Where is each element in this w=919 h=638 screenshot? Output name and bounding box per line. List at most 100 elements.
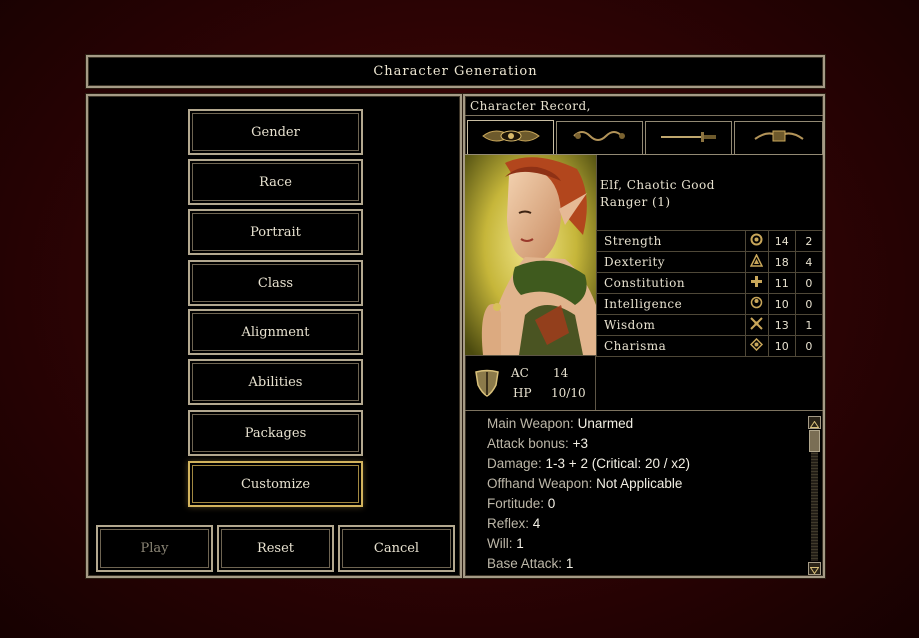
tab-sword[interactable] <box>645 121 732 154</box>
abilities-button[interactable]: Abilities <box>188 359 363 405</box>
combat-stats-list: Main Weapon: Unarmed Attack bonus: +3 Da… <box>487 414 690 574</box>
stat-line: Will: 1 <box>487 534 690 554</box>
ability-name: Wisdom <box>596 314 746 336</box>
ability-name: Intelligence <box>596 293 746 315</box>
stats-divider <box>465 410 823 411</box>
dexterity-icon <box>749 253 764 270</box>
ability-name: Strength <box>596 230 746 252</box>
ac-hp-box: AC 14 HP 10/10 <box>465 355 596 410</box>
customize-label: Customize <box>240 476 311 492</box>
stat-value: 1-3 + 2 (Critical: 20 / x2) <box>545 456 690 471</box>
ability-modifier: 0 <box>794 335 824 357</box>
constitution-icon <box>750 276 763 291</box>
stat-value: 4 <box>532 516 541 531</box>
portrait-label: Portrait <box>250 224 301 240</box>
customize-button[interactable]: Customize <box>188 461 363 507</box>
ac-label: AC <box>511 366 529 380</box>
scroll-thumb[interactable] <box>809 430 820 452</box>
character-record-panel: Character Record, Elf, Chaotic Good Rang… <box>463 94 825 578</box>
ability-row: Strength 14 2 <box>596 230 824 252</box>
packages-button[interactable]: Packages <box>188 410 363 456</box>
cancel-button[interactable]: Cancel <box>338 525 455 572</box>
ability-modifier: 0 <box>794 293 824 315</box>
play-button[interactable]: Play <box>96 525 213 572</box>
stat-line: Attack bonus: +3 <box>487 434 690 454</box>
race-class-info: Elf, Chaotic Good Ranger (1) <box>600 177 715 211</box>
stat-label: Base Attack: <box>487 556 563 571</box>
ability-score: 18 <box>767 251 796 273</box>
alignment-button[interactable]: Alignment <box>188 309 363 355</box>
reset-label: Reset <box>256 541 295 556</box>
record-header: Character Record, <box>465 96 823 116</box>
ability-modifier: 0 <box>794 272 824 294</box>
ability-name: Charisma <box>596 335 746 357</box>
gender-label: Gender <box>251 124 300 140</box>
wisdom-icon <box>750 317 763 333</box>
class-button[interactable]: Class <box>188 260 363 306</box>
portrait-button[interactable]: Portrait <box>188 209 363 255</box>
eye-emblem-icon <box>481 127 541 149</box>
stat-line: Offhand Weapon: Not Applicable <box>487 474 690 494</box>
scroll-down-button[interactable] <box>808 562 821 575</box>
stat-label: Reflex: <box>487 516 530 531</box>
stat-value: 0 <box>547 496 556 511</box>
character-portrait <box>465 155 597 355</box>
stat-label: Offhand Weapon: <box>487 476 593 491</box>
ability-score: 10 <box>767 335 796 357</box>
intelligence-icon <box>750 296 763 312</box>
abilities-label: Abilities <box>248 374 303 390</box>
ability-row: Wisdom 13 1 <box>596 314 824 336</box>
tab-book[interactable] <box>734 121 823 154</box>
stat-value: Unarmed <box>577 416 634 431</box>
scroll-up-button[interactable] <box>808 416 821 429</box>
ability-score: 10 <box>767 293 796 315</box>
window-title: Character Generation <box>373 64 538 79</box>
class-label: Class <box>257 275 294 291</box>
reset-button[interactable]: Reset <box>217 525 334 572</box>
ability-row: Intelligence 10 0 <box>596 293 824 315</box>
stat-label: Damage: <box>487 456 542 471</box>
stat-label: Main Weapon: <box>487 416 574 431</box>
stat-value: 1 <box>565 556 574 571</box>
stat-label: Attack bonus: <box>487 436 569 451</box>
ability-score: 13 <box>767 314 796 336</box>
hp-label: HP <box>513 386 532 400</box>
ability-name: Constitution <box>596 272 746 294</box>
tab-eye[interactable] <box>467 120 554 155</box>
shield-icon <box>474 369 500 401</box>
sword-emblem-icon <box>657 129 721 148</box>
alignment-label: Alignment <box>241 324 310 340</box>
ability-row: Dexterity 18 4 <box>596 251 824 273</box>
gender-button[interactable]: Gender <box>188 109 363 155</box>
ability-scores-table: Strength 14 2 Dexterity 18 4 Constitutio… <box>596 230 824 357</box>
play-label: Play <box>140 541 169 556</box>
ability-name: Dexterity <box>596 251 746 273</box>
stat-line: Damage: 1-3 + 2 (Critical: 20 / x2) <box>487 454 690 474</box>
book-emblem-icon <box>749 127 809 149</box>
charisma-icon <box>750 337 764 354</box>
hp-value: 10/10 <box>551 386 586 400</box>
stat-line: Fortitude: 0 <box>487 494 690 514</box>
race-label: Race <box>259 174 292 190</box>
class-level: Ranger (1) <box>600 195 671 209</box>
stat-label: Will: <box>487 536 513 551</box>
stat-line: Base Attack: 1 <box>487 554 690 574</box>
stat-line: Reflex: 4 <box>487 514 690 534</box>
tab-scroll[interactable] <box>556 121 643 154</box>
stats-scrollbar[interactable] <box>808 416 821 575</box>
race-button[interactable]: Race <box>188 159 363 205</box>
chevron-down-icon <box>809 559 820 578</box>
ability-modifier: 2 <box>794 230 824 252</box>
cancel-label: Cancel <box>373 541 420 556</box>
ability-score: 14 <box>767 230 796 252</box>
ability-score: 11 <box>767 272 796 294</box>
stat-value: Not Applicable <box>596 476 683 491</box>
ability-row: Charisma 10 0 <box>596 335 824 357</box>
scroll-emblem-icon <box>570 128 630 148</box>
ability-modifier: 1 <box>794 314 824 336</box>
stat-value: +3 <box>572 436 588 451</box>
stat-line: Main Weapon: Unarmed <box>487 414 690 434</box>
ability-modifier: 4 <box>794 251 824 273</box>
creation-steps-panel: Gender Race Portrait Class Alignment Abi… <box>86 94 462 578</box>
stat-value: 1 <box>516 536 524 551</box>
